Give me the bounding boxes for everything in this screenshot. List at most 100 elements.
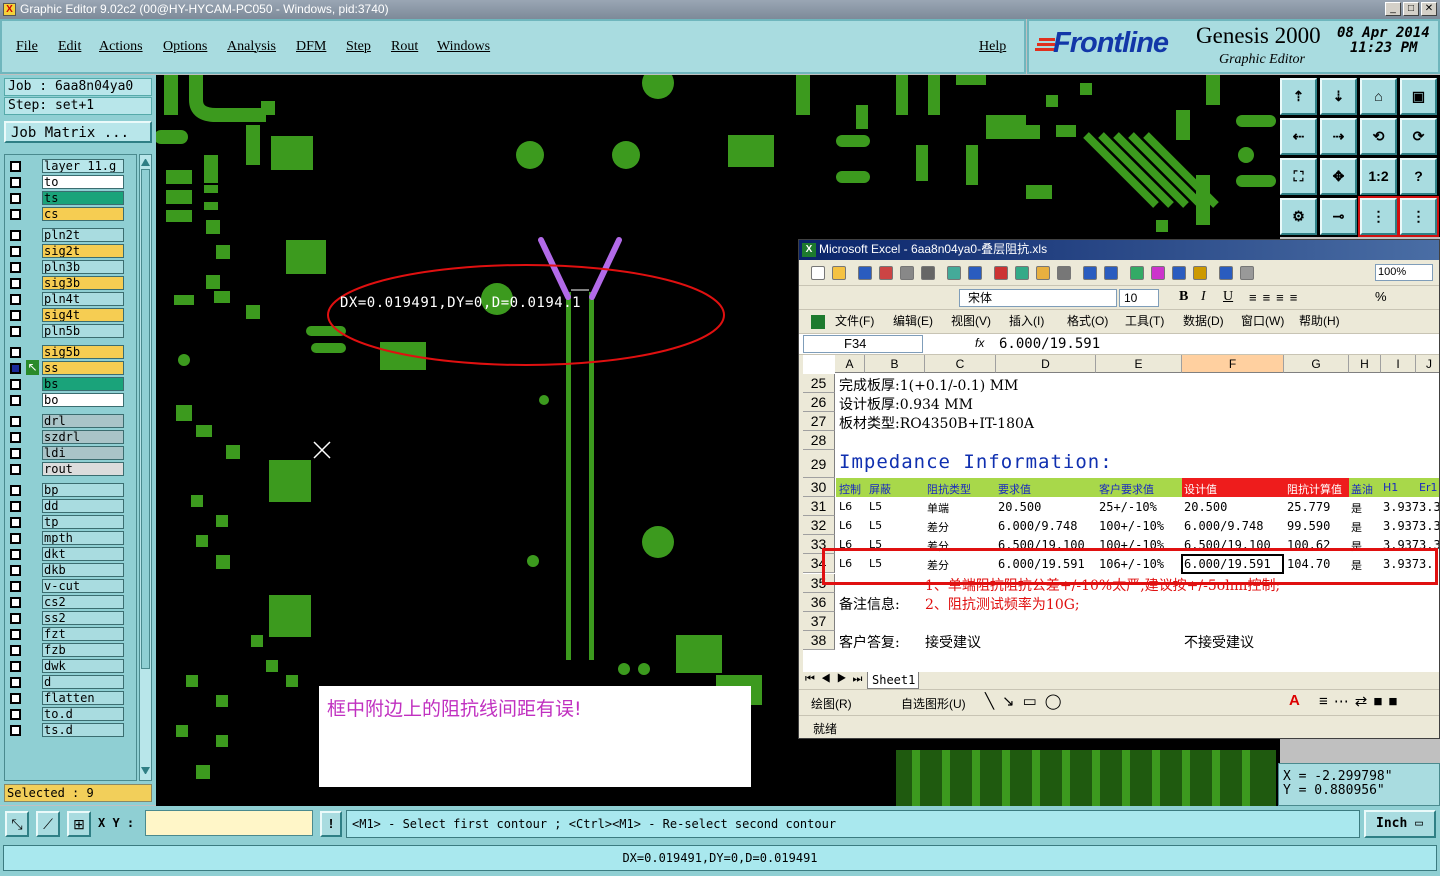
column-header[interactable]: B: [865, 355, 925, 373]
scroll-down-icon[interactable]: [141, 767, 150, 776]
function-icon[interactable]: fx: [975, 336, 984, 350]
layer-checkbox[interactable]: [10, 230, 21, 241]
open-icon[interactable]: [832, 265, 846, 280]
xmenu-format[interactable]: 格式(O): [1067, 310, 1108, 332]
cell[interactable]: 2、阻抗测试频率为10G;: [925, 594, 1080, 614]
row-header[interactable]: 27: [803, 412, 835, 431]
layer-name[interactable]: dd: [42, 499, 124, 513]
cell[interactable]: L5: [869, 500, 882, 513]
layer-row[interactable]: d: [5, 675, 136, 690]
cell[interactable]: H1: [1383, 481, 1398, 494]
cell[interactable]: 不接受建议: [1184, 632, 1254, 652]
row-header[interactable]: 38: [803, 631, 835, 650]
undo-icon[interactable]: [1083, 265, 1097, 280]
hyperlink-icon[interactable]: [1130, 265, 1144, 280]
layer-name[interactable]: bs: [42, 377, 124, 391]
column-header[interactable]: D: [996, 355, 1096, 373]
column-header[interactable]: F: [1182, 355, 1284, 373]
scroll-thumb[interactable]: [141, 169, 150, 669]
cell[interactable]: 盖油: [1351, 481, 1373, 497]
cell[interactable]: 备注信息:: [839, 594, 900, 614]
cell[interactable]: 6.000/9.748: [998, 519, 1077, 533]
flip-icon[interactable]: ⟲: [1360, 118, 1397, 155]
cell[interactable]: L6: [839, 519, 852, 532]
layer-row[interactable]: dkt: [5, 547, 136, 562]
layer-checkbox[interactable]: [10, 693, 21, 704]
layer-name[interactable]: sig2t: [42, 244, 124, 258]
xy-input[interactable]: [145, 810, 313, 836]
line-style-icons[interactable]: ≡⋯⇄■■: [1319, 692, 1403, 710]
drawing-icon[interactable]: [1240, 265, 1254, 280]
menu-options[interactable]: Options: [163, 39, 207, 55]
layer-checkbox[interactable]: [10, 448, 21, 459]
maximize-button[interactable]: □: [1403, 2, 1419, 16]
print-icon[interactable]: [921, 265, 935, 280]
layer-checkbox[interactable]: [10, 549, 21, 560]
close-button[interactable]: ✕: [1421, 2, 1437, 16]
layer-name[interactable]: fzb: [42, 643, 124, 657]
grid-snap-icon[interactable]: ⊞: [67, 811, 91, 837]
cell[interactable]: 3.937: [1383, 519, 1419, 533]
layer-checkbox[interactable]: [10, 677, 21, 688]
layer-row[interactable]: cs2: [5, 595, 136, 610]
xmenu-help[interactable]: 帮助(H): [1299, 310, 1340, 332]
home-icon[interactable]: ⌂: [1360, 78, 1397, 115]
cell[interactable]: 阻抗类型: [927, 481, 971, 497]
help-icon[interactable]: ?: [1400, 158, 1437, 195]
tools-icon[interactable]: ⚙: [1280, 198, 1317, 235]
cell[interactable]: 99.590: [1287, 519, 1330, 533]
menu-windows[interactable]: Windows: [437, 39, 490, 55]
job-matrix-button[interactable]: Job Matrix ...: [4, 121, 152, 143]
menu-file[interactable]: File: [16, 39, 38, 55]
cell[interactable]: 是: [1351, 519, 1362, 535]
layer-row[interactable]: fzb: [5, 643, 136, 658]
row-header[interactable]: 28: [803, 431, 835, 450]
cell[interactable]: 差分: [927, 519, 949, 535]
layer-checkbox[interactable]: [10, 262, 21, 273]
xmenu-view[interactable]: 视图(V): [951, 310, 991, 332]
layer-row[interactable]: bo: [5, 393, 136, 408]
sheet-nav-icon[interactable]: ⏮◀▶⏭: [805, 673, 868, 686]
layer-row[interactable]: ts.d: [5, 723, 136, 738]
column-header[interactable]: A: [835, 355, 865, 373]
excel-window[interactable]: X Microsoft Excel - 6aa8n04ya0-叠层阻抗.xls …: [798, 239, 1440, 739]
layer-row[interactable]: v-cut: [5, 579, 136, 594]
layer-name[interactable]: pln4t: [42, 292, 124, 306]
layer-name[interactable]: d: [42, 675, 124, 689]
permission-icon[interactable]: [879, 265, 893, 280]
layer-name[interactable]: dwk: [42, 659, 124, 673]
shape-tools[interactable]: ╲↘▭◯: [985, 692, 1070, 710]
layer-checkbox[interactable]: [10, 379, 21, 390]
paste-icon[interactable]: [1036, 265, 1050, 280]
layer-name[interactable]: layer_11.g: [42, 159, 124, 173]
layer-name[interactable]: ldi: [42, 446, 124, 460]
layer-checkbox[interactable]: [10, 193, 21, 204]
xmenu-window[interactable]: 窗口(W): [1241, 310, 1284, 332]
sort-asc-icon[interactable]: [1172, 265, 1186, 280]
layer-row[interactable]: pln4t: [5, 292, 136, 307]
layer-checkbox[interactable]: [10, 464, 21, 475]
column-header[interactable]: H: [1349, 355, 1381, 373]
align-buttons[interactable]: ≡≡≡≡: [1249, 290, 1303, 305]
cell[interactable]: 20.500: [998, 500, 1041, 514]
menu-dfm[interactable]: DFM: [296, 39, 326, 55]
scale-icon[interactable]: 1:2: [1360, 158, 1397, 195]
layer-name[interactable]: tp: [42, 515, 124, 529]
layer-checkbox[interactable]: [10, 485, 21, 496]
cell[interactable]: 屏蔽: [869, 481, 891, 497]
cell[interactable]: 3.3: [1419, 519, 1439, 533]
zoom-select[interactable]: 100%: [1375, 264, 1433, 281]
layer-name[interactable]: to: [42, 175, 124, 189]
row-header[interactable]: 37: [803, 612, 835, 631]
layer-checkbox[interactable]: [10, 416, 21, 427]
layer-name[interactable]: v-cut: [42, 579, 124, 593]
page-down-icon[interactable]: ⇣: [1320, 78, 1357, 115]
layer-row[interactable]: mpth: [5, 531, 136, 546]
row-header[interactable]: 30: [803, 478, 835, 497]
cell[interactable]: 接受建议: [925, 632, 981, 652]
layer-row[interactable]: sig2t: [5, 244, 136, 259]
layers-red-icon[interactable]: ⋮: [1358, 196, 1399, 237]
page-up-icon[interactable]: ⇡: [1280, 78, 1317, 115]
cell[interactable]: 25+/-10%: [1099, 500, 1157, 514]
redo-icon[interactable]: [1104, 265, 1118, 280]
